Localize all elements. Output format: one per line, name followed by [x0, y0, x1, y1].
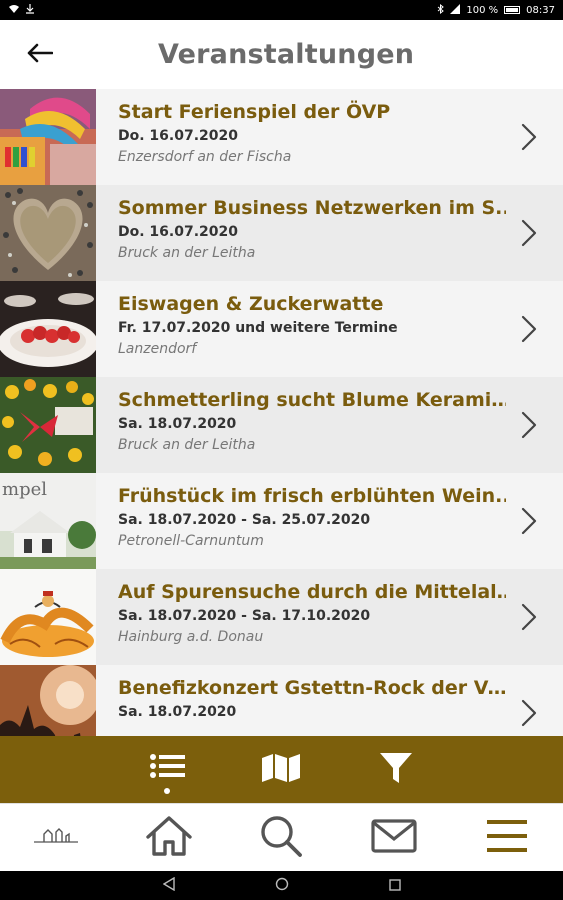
status-bar: 100 % 08:37 [0, 0, 563, 20]
status-right: 100 % 08:37 [437, 3, 555, 17]
list-item[interactable]: Auf Spurensuche durch die Mittelalt... S… [0, 569, 563, 665]
bluetooth-icon [437, 3, 445, 17]
filter-button[interactable] [366, 740, 426, 800]
recents-square-icon[interactable] [388, 876, 401, 895]
chevron-right-icon [521, 315, 537, 347]
list-item[interactable]: Eiswagen & Zuckerwatte Fr. 17.07.2020 un… [0, 281, 563, 377]
mail-button[interactable] [364, 808, 424, 868]
system-navigation-bar [0, 871, 563, 900]
event-location: Enzersdorf an der Fischa [118, 149, 292, 165]
page-title: Veranstaltungen [158, 39, 415, 70]
bottom-navigation [0, 803, 563, 871]
event-date: Do. 16.07.2020 [118, 224, 238, 240]
arrow-left-icon [27, 43, 54, 67]
download-icon [26, 3, 34, 17]
event-thumbnail [0, 377, 96, 473]
event-date: Do. 16.07.2020 [118, 128, 238, 144]
battery-label: 100 % [466, 4, 499, 16]
list-item[interactable]: Schmetterling sucht Blume Keramik... Sa.… [0, 377, 563, 473]
signal-icon [450, 3, 461, 17]
clock: 08:37 [526, 4, 555, 16]
event-title: Start Ferienspiel der ÖVP [118, 101, 391, 123]
event-thumbnail [0, 185, 96, 281]
thumbnail-text: mpel [2, 479, 47, 500]
home-button[interactable] [139, 808, 199, 868]
list-icon [149, 753, 186, 787]
search-icon [259, 814, 303, 862]
event-location: Hainburg a.d. Donau [118, 629, 264, 645]
event-info: Schmetterling sucht Blume Keramik... Sa.… [96, 377, 506, 473]
chevron-right-icon [521, 507, 537, 539]
event-date: Sa. 18.07.2020 [118, 704, 237, 720]
filter-icon [379, 751, 413, 789]
event-location: Lanzendorf [118, 341, 197, 357]
event-info: Eiswagen & Zuckerwatte Fr. 17.07.2020 un… [96, 281, 506, 377]
list-item[interactable]: Start Ferienspiel der ÖVP Do. 16.07.2020… [0, 89, 563, 185]
event-thumbnail: mpel [0, 473, 96, 569]
event-thumbnail [0, 89, 96, 185]
list-item[interactable]: mpel Frühstück im frisch erblühten Wein.… [0, 473, 563, 569]
event-info: Frühstück im frisch erblühten Wein... Sa… [96, 473, 506, 569]
mail-icon [371, 818, 417, 857]
chevron-right-icon [521, 411, 537, 443]
event-date: Fr. 17.07.2020 und weitere Termine [118, 320, 398, 336]
home-icon [145, 815, 193, 861]
event-title: Benefizkonzert Gstettn-Rock der Vo... [118, 677, 506, 699]
view-toolbar [0, 736, 563, 803]
event-date: Sa. 18.07.2020 - Sa. 25.07.2020 [118, 512, 371, 528]
menu-button[interactable] [477, 808, 537, 868]
event-thumbnail [0, 569, 96, 665]
event-date: Sa. 18.07.2020 - Sa. 17.10.2020 [118, 608, 371, 624]
chevron-right-icon [521, 603, 537, 635]
menu-icon [486, 819, 527, 857]
chevron-right-icon [521, 219, 537, 251]
list-view-button[interactable] [137, 740, 197, 800]
list-item[interactable]: Benefizkonzert Gstettn-Rock der Vo... Sa… [0, 665, 563, 736]
chevron-right-icon [521, 123, 537, 155]
search-button[interactable] [251, 808, 311, 868]
active-indicator [164, 787, 171, 794]
event-location: Bruck an der Leitha [118, 245, 256, 261]
battery-icon [504, 6, 521, 14]
event-location: Petronell-Carnuntum [118, 533, 264, 549]
map-icon [261, 752, 301, 788]
app-header: Veranstaltungen [0, 20, 563, 89]
event-date: Sa. 18.07.2020 [118, 416, 237, 432]
event-title: Schmetterling sucht Blume Keramik... [118, 389, 506, 411]
logo-icon [34, 826, 79, 850]
event-thumbnail [0, 281, 96, 377]
list-item[interactable]: Sommer Business Netzwerken im S... Do. 1… [0, 185, 563, 281]
event-info: Start Ferienspiel der ÖVP Do. 16.07.2020… [96, 89, 506, 185]
event-title: Auf Spurensuche durch die Mittelalt... [118, 581, 506, 603]
map-view-button[interactable] [251, 740, 311, 800]
chevron-right-icon [521, 699, 537, 731]
event-title: Frühstück im frisch erblühten Wein... [118, 485, 506, 507]
event-title: Sommer Business Netzwerken im S... [118, 197, 506, 219]
back-button[interactable] [0, 20, 80, 89]
event-thumbnail [0, 665, 96, 736]
event-title: Eiswagen & Zuckerwatte [118, 293, 384, 315]
status-left [8, 3, 34, 17]
event-info: Sommer Business Netzwerken im S... Do. 1… [96, 185, 506, 281]
event-info: Benefizkonzert Gstettn-Rock der Vo... Sa… [96, 665, 506, 736]
home-circle-icon[interactable] [275, 876, 289, 895]
back-triangle-icon[interactable] [162, 876, 175, 895]
event-location: Bruck an der Leitha [118, 437, 256, 453]
logo-button[interactable] [26, 808, 86, 868]
event-info: Auf Spurensuche durch die Mittelalt... S… [96, 569, 506, 665]
event-list[interactable]: Start Ferienspiel der ÖVP Do. 16.07.2020… [0, 89, 563, 736]
wifi-icon [8, 4, 20, 17]
